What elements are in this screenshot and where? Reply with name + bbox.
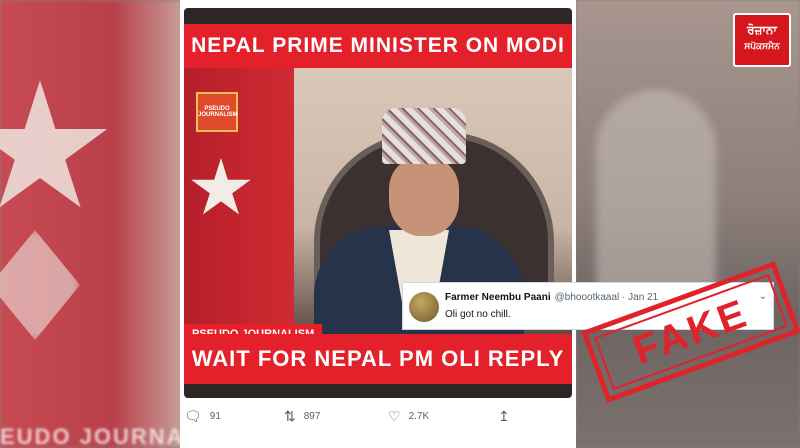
video-top-banner: NEPAL PRIME MINISTER ON MODI JI <box>184 24 572 101</box>
retweet-count: 897 <box>303 411 321 422</box>
tweet-actions: 🗨 91 ⇅ 897 ♡ 2.7K ↥ <box>180 408 576 432</box>
video-player[interactable]: NEPAL PRIME MINISTER ON MODI JI PSEUDO J… <box>184 8 572 398</box>
blurred-flag <box>0 0 190 448</box>
reply-handle: @bhoootkaaal · Jan 21 <box>554 292 659 303</box>
reply-text: Oli got no chill. <box>445 309 511 320</box>
reply-icon: 🗨 <box>184 408 202 424</box>
share-icon: ↥ <box>498 408 510 424</box>
reply-author-name: Farmer Neembu Paani <box>445 292 551 303</box>
reply-count: 91 <box>209 411 221 422</box>
retweet-button[interactable]: ⇅ 897 <box>284 408 320 425</box>
person-cap <box>382 108 466 164</box>
flag-star-icon <box>191 158 251 215</box>
person-head <box>389 158 459 236</box>
channel-logo: PSEUDO JOURNALISM <box>196 92 238 132</box>
brand-logo: ਰੋਜ਼ਾਨਾ ਸਪੋਕਸਮੈਨ <box>733 13 791 67</box>
brand-line1: ਰੋਜ਼ਾਨਾ <box>747 23 777 37</box>
tweet-card: NEPAL PRIME MINISTER ON MODI JI PSEUDO J… <box>180 0 576 448</box>
reply-author[interactable]: Farmer Neembu Paani @bhoootkaaal · Jan 21 <box>445 292 658 303</box>
blurred-chair <box>596 90 716 290</box>
like-icon: ♡ <box>388 408 401 424</box>
share-button[interactable]: ↥ <box>498 408 510 425</box>
retweet-icon: ⇅ <box>284 408 296 424</box>
avatar[interactable] <box>409 292 439 322</box>
like-button[interactable]: ♡ 2.7K <box>388 408 429 425</box>
brand-line2: ਸਪੋਕਸਮੈਨ <box>744 41 780 51</box>
like-count: 2.7K <box>408 411 430 422</box>
video-bottom-banner: WAIT FOR NEPAL PM OLI REPLY <box>184 334 572 384</box>
reply-button[interactable]: 🗨 91 <box>184 408 221 425</box>
